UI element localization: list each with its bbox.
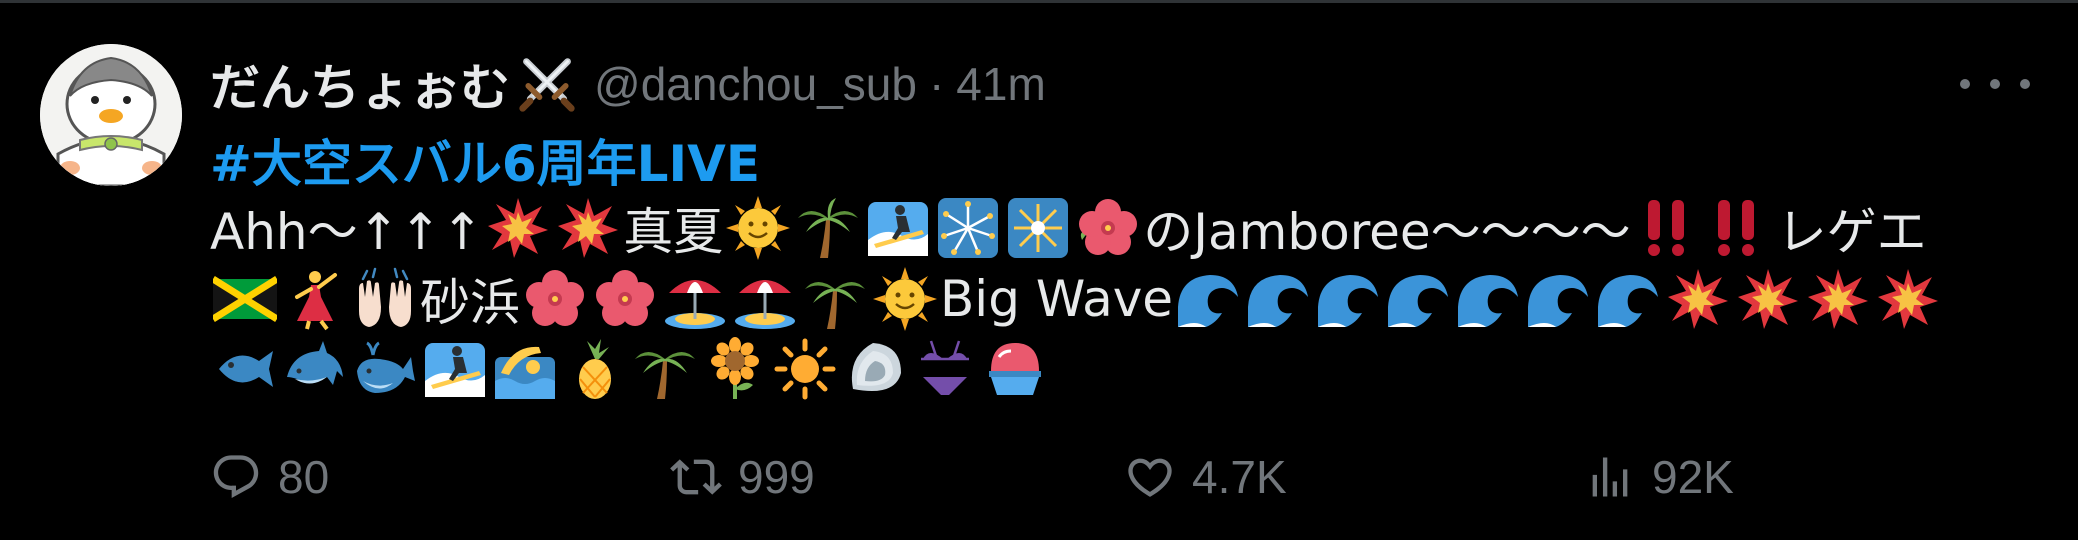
like-count: 4.7K xyxy=(1192,451,1287,503)
hashtag-link[interactable]: #大空スバル6周年LIVE xyxy=(210,124,760,196)
wave-icon xyxy=(1246,267,1310,331)
heart-icon xyxy=(1128,458,1172,497)
collision-icon xyxy=(1806,267,1870,331)
collision-icon xyxy=(486,196,550,260)
display-name[interactable]: だんちょぉむ xyxy=(210,48,510,120)
action-bar: 80 999 4.7K 92K xyxy=(0,442,2078,512)
separator-dot: · xyxy=(928,58,945,110)
views-icon xyxy=(1592,457,1628,497)
retweet-count: 999 xyxy=(738,451,815,503)
crossed-swords-icon xyxy=(514,54,580,114)
palm-tree-icon xyxy=(803,267,867,331)
whale-icon xyxy=(353,337,417,401)
tweet-header: だんちょぉむ @danchou_sub · 41m xyxy=(210,52,1046,117)
fireworks-icon xyxy=(1006,196,1070,260)
reply-button[interactable]: 80 xyxy=(210,442,329,512)
collision-icon xyxy=(556,196,620,260)
wave-icon xyxy=(1456,267,1520,331)
tweet-text: Ahh〜↑↑↑ xyxy=(210,203,484,261)
fish-icon xyxy=(213,337,277,401)
timestamp[interactable]: 41m xyxy=(956,57,1045,111)
sun-with-face-icon xyxy=(873,267,937,331)
surfer-icon xyxy=(423,337,487,401)
like-button[interactable]: 4.7K xyxy=(1124,442,1287,512)
views-button[interactable]: 92K xyxy=(1584,442,1734,512)
double-exclamation-icon xyxy=(1634,196,1698,260)
more-dot xyxy=(1990,79,2000,89)
divider xyxy=(0,0,2078,3)
double-exclamation-icon xyxy=(1704,196,1768,260)
tweet-card[interactable]: だんちょぉむ @danchou_sub · 41m #大空スバル6周年LIVE … xyxy=(0,0,2078,540)
more-dot xyxy=(2020,79,2030,89)
tweet-text-line-3 xyxy=(210,334,1050,404)
bikini-icon xyxy=(913,337,977,401)
avatar[interactable] xyxy=(40,44,182,186)
reply-icon xyxy=(213,455,259,499)
more-options-icon[interactable] xyxy=(1960,64,2030,104)
retweet-icon xyxy=(670,459,722,495)
tweet-text: Big Wave xyxy=(940,270,1174,328)
more-dot xyxy=(1960,79,1970,89)
retweet-button[interactable]: 999 xyxy=(670,442,815,512)
wave-icon xyxy=(1596,267,1660,331)
collision-icon xyxy=(1876,267,1940,331)
tweet-text: 砂浜 xyxy=(420,274,520,332)
collision-icon xyxy=(1736,267,1800,331)
avatar-image xyxy=(40,44,182,186)
jamaica-flag-icon xyxy=(213,267,277,331)
hibiscus-icon xyxy=(523,267,587,331)
dancer-icon xyxy=(283,267,347,331)
tweet-text: レゲエ xyxy=(1776,203,1927,261)
shell-icon xyxy=(843,337,907,401)
tweet-text: のJamboree〜〜〜〜 xyxy=(1143,203,1631,261)
tweet-text: 真夏 xyxy=(623,203,724,261)
user-handle[interactable]: @danchou_sub xyxy=(594,57,917,111)
dolphin-icon xyxy=(283,337,347,401)
sparkler-icon xyxy=(936,196,1000,260)
wave-icon xyxy=(1526,267,1590,331)
hibiscus-icon xyxy=(1076,196,1140,260)
tweet-text-line-1: Ahh〜↑↑↑ 真夏 のJamboree〜〜〜〜 レゲエ xyxy=(210,193,1927,263)
wave-icon xyxy=(1176,267,1240,331)
palm-tree-icon xyxy=(633,337,697,401)
wave-icon xyxy=(1316,267,1380,331)
hibiscus-icon xyxy=(593,267,657,331)
tweet-text-line-2: 砂浜 Big Wave xyxy=(210,264,1943,334)
beach-umbrella-icon xyxy=(733,267,797,331)
surfer-icon xyxy=(866,196,930,260)
wave-icon xyxy=(1386,267,1450,331)
swimmer-icon xyxy=(493,337,557,401)
pineapple-icon xyxy=(563,337,627,401)
palm-tree-icon xyxy=(796,196,860,260)
reply-count: 80 xyxy=(278,451,330,503)
collision-icon xyxy=(1666,267,1730,331)
raised-hands-icon xyxy=(353,267,417,331)
sun-with-face-icon xyxy=(726,196,791,260)
views-count: 92K xyxy=(1652,451,1734,503)
beach-umbrella-icon xyxy=(663,267,727,331)
shaved-ice-icon xyxy=(983,337,1047,401)
sunflower-icon xyxy=(703,337,767,401)
sun-icon xyxy=(773,337,837,401)
